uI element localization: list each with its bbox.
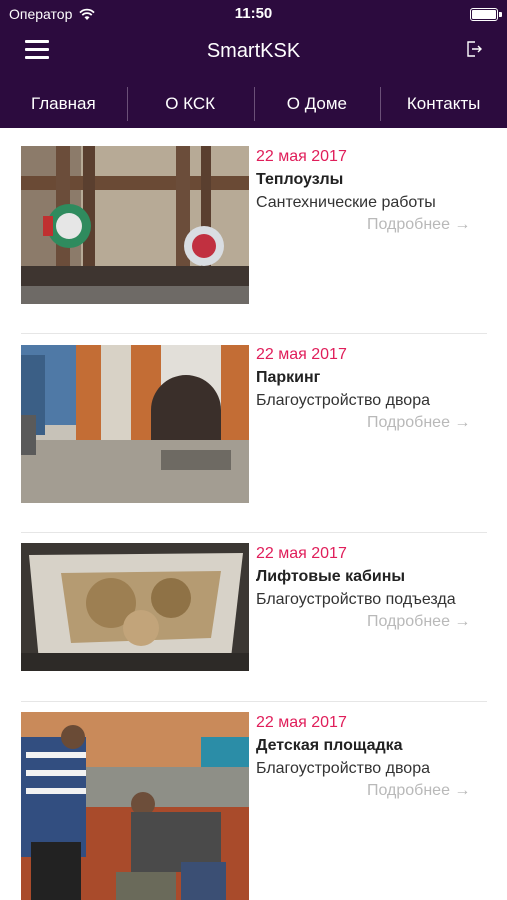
battery-icon: [470, 8, 502, 21]
page-title: SmartKSK: [206, 40, 301, 62]
divider: [21, 701, 487, 702]
more-link[interactable]: Подробнее →: [367, 414, 470, 432]
tab-contacts[interactable]: Контакты: [380, 84, 507, 124]
news-title: Лифтовые кабины: [256, 568, 406, 585]
news-photo: [21, 345, 249, 503]
logout-icon[interactable]: [465, 40, 483, 58]
news-date: 22 мая 2017: [256, 545, 347, 562]
news-photo: [21, 543, 249, 671]
divider: [21, 532, 487, 533]
news-category: Благоустройство подъезда: [256, 591, 456, 608]
more-link[interactable]: Подробнее →: [367, 216, 470, 234]
news-category: Сантехнические работы: [256, 194, 436, 211]
news-date: 22 мая 2017: [256, 346, 347, 363]
news-title: Детская площадка: [256, 737, 403, 754]
news-photo: [21, 712, 249, 900]
tab-about-ksk[interactable]: О КСК: [126, 84, 254, 124]
more-link[interactable]: Подробнее →: [367, 613, 470, 631]
nav-bar: SmartKSK: [0, 30, 507, 72]
news-date: 22 мая 2017: [256, 714, 347, 731]
divider: [21, 333, 487, 334]
status-time: 11:50: [234, 5, 273, 22]
tab-home[interactable]: Главная: [0, 84, 127, 124]
tab-about-house[interactable]: О Доме: [253, 84, 381, 124]
news-date: 22 мая 2017: [256, 148, 347, 165]
news-category: Благоустройство двора: [256, 760, 430, 777]
app-screen: Оператор 11:50 SmartKSK Главная О КСК О …: [0, 0, 507, 900]
app-header: Оператор 11:50 SmartKSK Главная О КСК О …: [0, 0, 507, 128]
news-title: Паркинг: [256, 369, 321, 386]
news-title: Теплоузлы: [256, 171, 344, 188]
news-category: Благоустройство двора: [256, 392, 430, 409]
news-photo: [21, 146, 249, 304]
more-link[interactable]: Подробнее →: [367, 782, 470, 800]
top-tabs: Главная О КСК О Доме Контакты: [0, 84, 507, 124]
status-bar: Оператор 11:50: [0, 0, 507, 30]
